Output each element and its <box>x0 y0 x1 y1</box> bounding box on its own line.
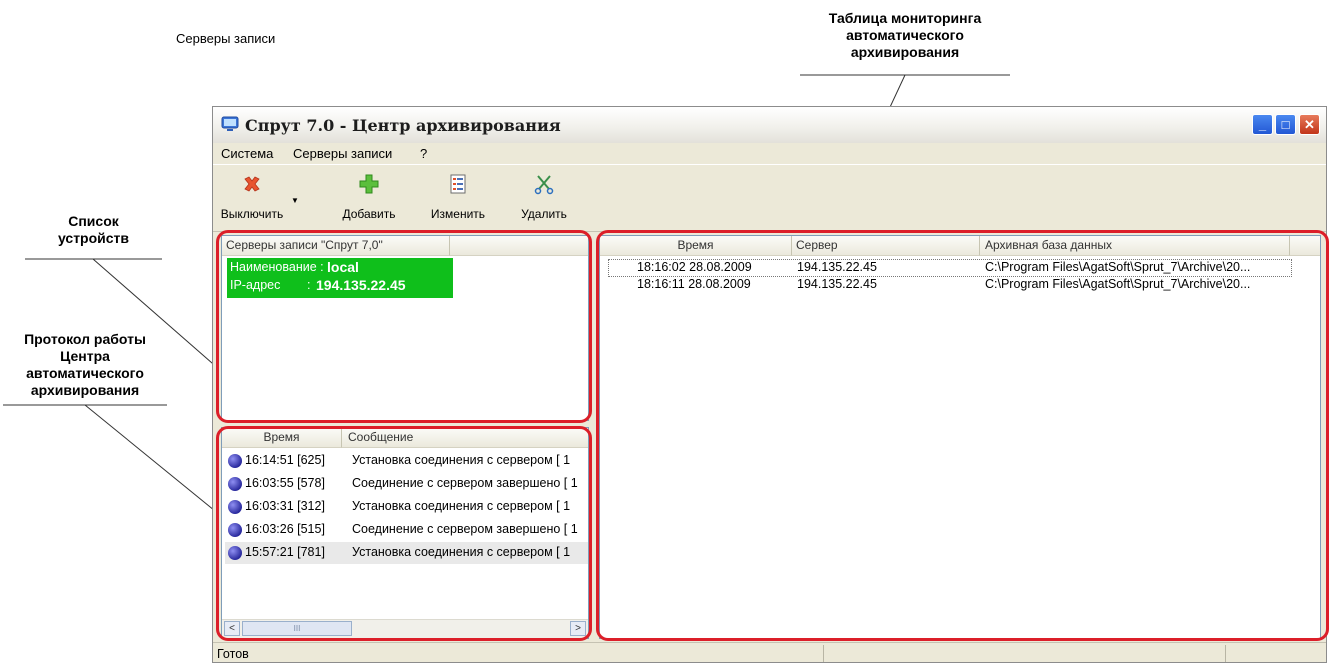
menu-help[interactable]: ? <box>420 146 427 161</box>
status-text: Готов <box>217 647 249 661</box>
maximize-button[interactable]: □ <box>1275 114 1296 135</box>
callout-protocol: Протокол работы Центра автоматического а… <box>3 331 167 399</box>
power-off-label: Выключить <box>220 207 284 221</box>
callout-line: Список <box>68 213 119 229</box>
maximize-icon: □ <box>1281 117 1290 132</box>
status-separator <box>823 645 824 662</box>
add-label: Добавить <box>342 207 396 221</box>
minimize-button[interactable]: _ <box>1252 114 1273 135</box>
highlight-device-list <box>216 230 592 423</box>
status-separator <box>1225 645 1226 662</box>
callout-line: автоматического <box>846 27 964 43</box>
callout-line: архивирования <box>30 382 140 398</box>
delete-label: Удалить <box>521 207 567 221</box>
minimize-icon: _ <box>1258 117 1267 132</box>
callout-line: архивирования <box>850 44 960 60</box>
list-edit-icon <box>450 174 466 194</box>
callout-line: Таблица мониторинга <box>828 10 982 26</box>
callout-line: автоматического <box>26 365 144 381</box>
close-icon: ✕ <box>1304 117 1315 132</box>
highlight-protocol <box>216 426 592 641</box>
callout-device-list: Список устройств <box>25 213 162 247</box>
toolbar: Выключить ▼ Добавить Изменить Удалить <box>213 164 1326 232</box>
edit-button[interactable]: Изменить <box>423 169 493 227</box>
add-button[interactable]: Добавить <box>333 169 405 227</box>
servers-caption: Серверы записи <box>176 31 276 46</box>
callout-line: Центра <box>60 348 110 364</box>
window-title: Спрут 7.0 - Центр архивирования <box>245 116 561 135</box>
scissors-icon <box>534 175 554 195</box>
delete-button[interactable]: Удалить <box>509 169 579 227</box>
status-bar: Готов <box>213 642 1326 662</box>
red-x-icon <box>244 176 260 192</box>
edit-label: Изменить <box>430 207 486 221</box>
title-bar[interactable]: Спрут 7.0 - Центр архивирования _ □ ✕ <box>213 107 1326 144</box>
callout-line: Протокол работы <box>24 331 146 347</box>
menu-system[interactable]: Система <box>221 146 273 161</box>
callout-monitoring-table: Таблица мониторинга автоматического архи… <box>800 10 1010 61</box>
monitor-icon <box>221 116 239 131</box>
power-off-button[interactable]: Выключить <box>215 169 289 227</box>
menu-bar: Система Серверы записи ? <box>213 143 1326 163</box>
menu-recording-servers[interactable]: Серверы записи <box>293 146 392 161</box>
plus-icon <box>359 174 379 194</box>
dropdown-arrow-icon[interactable]: ▼ <box>291 196 299 205</box>
highlight-monitoring-table <box>596 230 1329 641</box>
callout-line: устройств <box>57 230 130 246</box>
close-button[interactable]: ✕ <box>1299 114 1320 135</box>
